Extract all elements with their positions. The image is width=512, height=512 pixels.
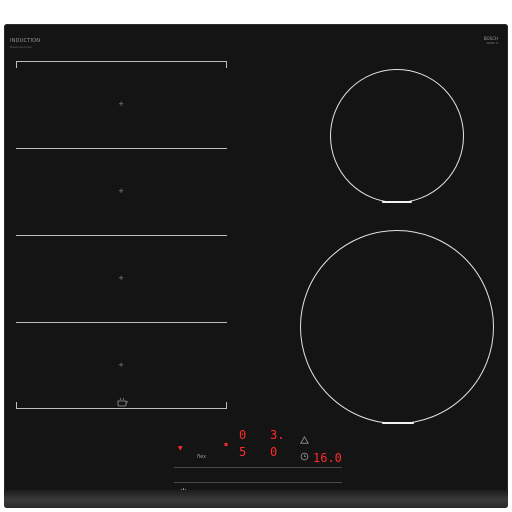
flex-zone-corner-br bbox=[226, 402, 227, 409]
flex-zone-divider-3 bbox=[16, 322, 227, 323]
zone-level-display-mid-right[interactable]: 0 bbox=[270, 446, 277, 458]
flex-zone-bottom-line bbox=[16, 408, 227, 409]
brand-label-right: BOSCH SERIE 8 bbox=[484, 36, 498, 46]
rear-right-zone[interactable] bbox=[330, 69, 464, 203]
rear-right-zone-marker bbox=[382, 201, 412, 203]
flex-zone-center-mark-2: + bbox=[118, 187, 124, 195]
flex-zone-divider-2 bbox=[16, 235, 227, 236]
flex-zone-center-mark-3: + bbox=[118, 274, 124, 282]
flex-zone-center-mark-4: + bbox=[118, 361, 124, 369]
flex-zone-corner-tr bbox=[226, 61, 227, 68]
flex-label[interactable]: flex bbox=[197, 454, 206, 460]
timer-display[interactable]: 16.0 bbox=[313, 452, 342, 464]
pan-icon bbox=[117, 397, 128, 407]
flex-zone-center-mark-1: + bbox=[118, 100, 124, 108]
zone-level-display-top-left[interactable]: 0 bbox=[239, 429, 246, 441]
flex-zone-top-line bbox=[16, 61, 227, 62]
zone-level-display-top-right[interactable]: 3. bbox=[270, 429, 284, 441]
flex-zone-corner-tl bbox=[16, 61, 17, 68]
clock-icon[interactable] bbox=[300, 452, 309, 461]
induction-cooktop: INDUCTION flexInduction BOSCH SERIE 8 + … bbox=[4, 24, 508, 508]
zone-level-display-mid-left[interactable]: 5 bbox=[239, 446, 246, 458]
front-right-zone-marker bbox=[382, 422, 414, 424]
cooktop-front-edge bbox=[4, 490, 508, 508]
brand-label-left: INDUCTION flexInduction bbox=[10, 38, 40, 50]
touch-control-strip bbox=[174, 467, 342, 483]
flex-zone-divider-1 bbox=[16, 148, 227, 149]
front-right-zone[interactable] bbox=[300, 230, 494, 424]
flex-zone-corner-bl bbox=[16, 402, 17, 409]
brand-subtext: flexInduction bbox=[10, 45, 33, 49]
zone-indicator-dot: ▪ bbox=[224, 441, 229, 448]
warning-icon[interactable] bbox=[300, 436, 309, 444]
series-text: SERIE 8 bbox=[486, 41, 498, 45]
flex-indicator: ▼ bbox=[178, 445, 183, 452]
